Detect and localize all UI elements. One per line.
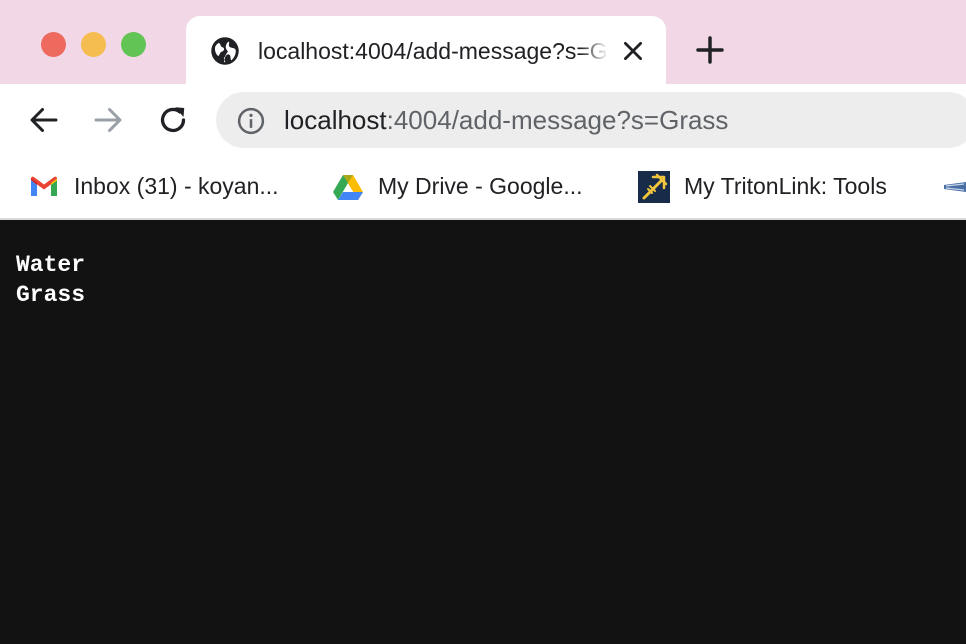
reload-icon[interactable] [155, 102, 191, 138]
browser-toolbar: localhost:4004/add-message?s=Grass [0, 84, 966, 156]
message-list: Water Grass [16, 250, 85, 310]
message-line: Water [16, 252, 86, 278]
new-tab-icon[interactable] [694, 34, 726, 66]
tab-title: localhost:4004/add-message?s=Grass [258, 38, 608, 64]
minimize-window-button[interactable] [81, 32, 106, 57]
bookmark-label: My TritonLink: Tools [684, 173, 887, 199]
bookmarks-bar: Inbox (31) - koyan... My Drive - Google.… [0, 156, 966, 220]
bookmark-overflow[interactable] [940, 168, 966, 204]
bookmark-label: My Drive - Google... [378, 173, 583, 199]
globe-icon [211, 37, 239, 65]
active-tab[interactable]: localhost:4004/add-message?s=Grass [186, 16, 666, 84]
bookmark-favicon-icon [944, 182, 966, 192]
forward-arrow-icon[interactable] [90, 102, 126, 138]
address-bar[interactable]: localhost:4004/add-message?s=Grass [216, 92, 966, 148]
info-icon[interactable] [236, 106, 266, 136]
close-window-button[interactable] [41, 32, 66, 57]
google-drive-icon [333, 175, 363, 200]
gmail-icon [31, 176, 57, 196]
back-arrow-icon[interactable] [26, 102, 62, 138]
bookmark-gmail[interactable]: Inbox (31) - koyan... [28, 168, 308, 204]
page-content: Water Grass [0, 220, 966, 644]
url-path: :4004/add-message?s=Grass [386, 105, 729, 135]
url-text[interactable]: localhost:4004/add-message?s=Grass [284, 104, 728, 136]
message-line: Grass [16, 282, 86, 308]
tab-strip: localhost:4004/add-message?s=Grass [0, 0, 966, 84]
url-host: localhost [284, 105, 387, 135]
close-tab-icon[interactable] [620, 38, 646, 64]
bookmark-google-drive[interactable]: My Drive - Google... [332, 168, 612, 204]
bookmark-tritonlink[interactable]: My TritonLink: Tools [638, 168, 928, 204]
maximize-window-button[interactable] [121, 32, 146, 57]
tritonlink-icon [638, 171, 670, 203]
bookmark-label: Inbox (31) - koyan... [74, 173, 279, 199]
